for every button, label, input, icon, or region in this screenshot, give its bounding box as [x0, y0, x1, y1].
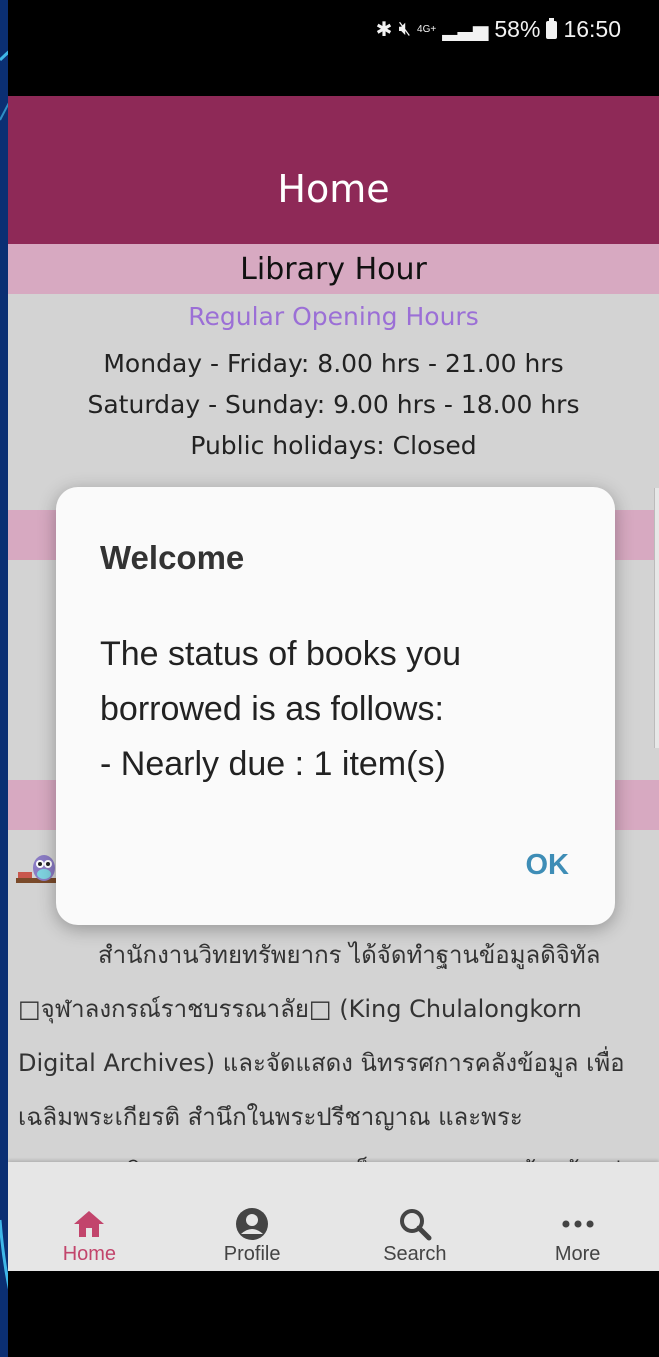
battery-icon — [546, 17, 558, 39]
network-type: 4G+ — [417, 23, 437, 35]
dialog-message-line: The status of books you — [100, 635, 461, 673]
system-navigation-area — [8, 1271, 659, 1357]
battery-percent: 58% — [494, 16, 541, 42]
dialog-message: The status of books you borrowed is as f… — [100, 627, 580, 792]
clock: 16:50 — [563, 16, 621, 42]
ok-button[interactable]: OK — [520, 845, 576, 886]
bluetooth-icon: ✱ — [375, 19, 393, 41]
dialog-message-line: borrowed is as follows: — [100, 690, 444, 728]
welcome-dialog: Welcome The status of books you borrowed… — [56, 487, 615, 925]
dialog-title: Welcome — [100, 539, 245, 576]
dialog-message-line: - Nearly due : 1 item(s) — [100, 745, 446, 783]
signal-icon: ▂▃▅ — [442, 19, 489, 41]
status-bar: ✱ 🔇︎ 4G+ ▂▃▅ 58% 16:50 — [8, 0, 659, 96]
mute-icon: 🔇︎ — [398, 18, 412, 40]
